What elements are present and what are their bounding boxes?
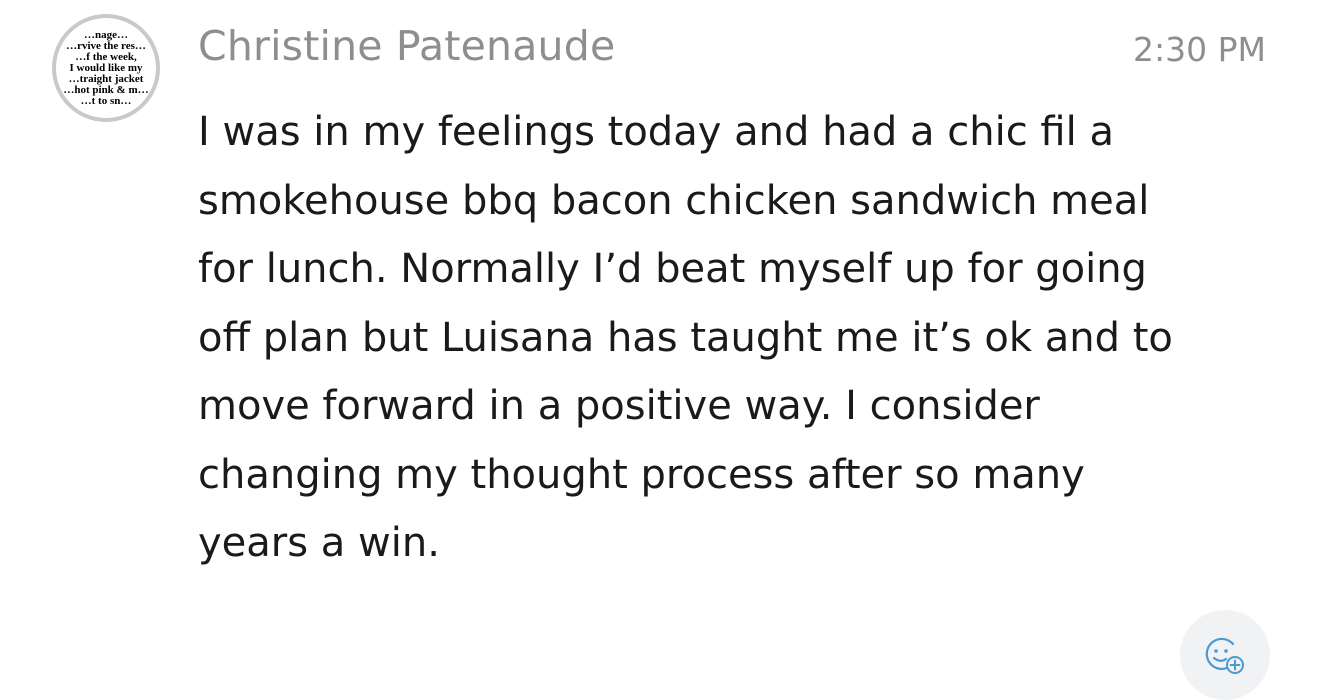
avatar-text-line: …t to sn… [80, 94, 132, 107]
avatar-text-line: …rvive the res… [66, 39, 146, 52]
message-body: I was in my feelings today and had a chi… [198, 98, 1278, 578]
message-line: smokehouse bbq bacon chicken sandwich me… [198, 177, 1150, 224]
message-timestamp: 2:30 PM [1133, 30, 1266, 69]
message-line: I was in my feelings today and had a chi… [198, 109, 1114, 155]
message-line: changing my thought process after so man… [198, 451, 1085, 498]
message-line: years a win. [198, 520, 440, 566]
message-line: for lunch. Normally I’d beat myself up f… [198, 246, 1147, 292]
avatar-text-line: I would like my [69, 61, 143, 74]
message-line: move forward in a positive way. I consid… [198, 383, 1040, 429]
add-reaction-button[interactable] [1180, 610, 1270, 700]
avatar-text-line: …hot pink & m… [63, 83, 149, 96]
sender-name[interactable]: Christine Patenaude [198, 22, 615, 70]
avatar-image: …nage… …rvive the res… …f the week, I wo… [56, 18, 156, 118]
avatar-text-line: …f the week, [75, 50, 137, 63]
avatar-text-line: …nage… [84, 28, 128, 41]
avatar-text-line: …traight jacket [68, 72, 144, 85]
avatar[interactable]: …nage… …rvive the res… …f the week, I wo… [52, 14, 160, 122]
add-reaction-icon [1205, 637, 1244, 674]
message-line: off plan but Luisana has taught me it’s … [198, 314, 1173, 361]
